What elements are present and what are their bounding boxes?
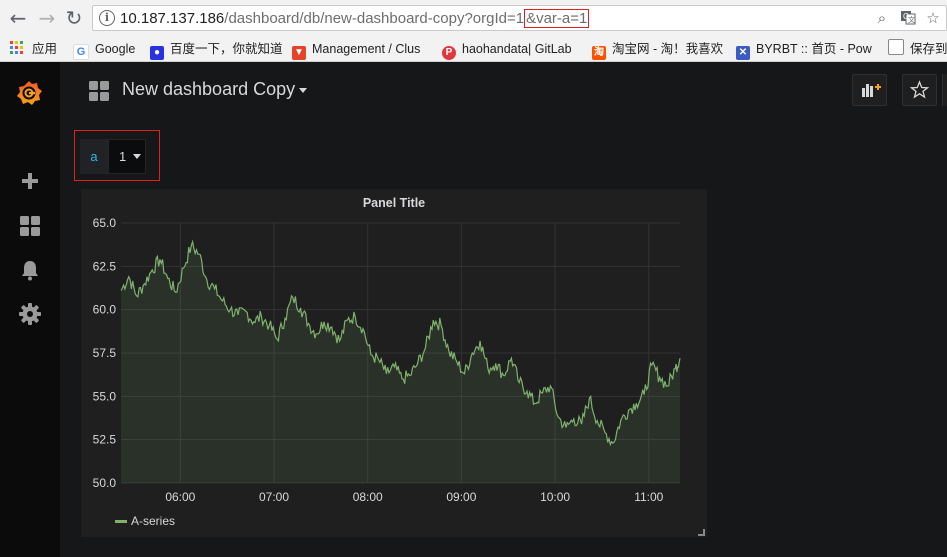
browser-toolbar: ← → ↻ i 10.187.137.186/dashboard/db/new-… [0,0,947,38]
add-panel-button[interactable] [852,74,887,106]
address-bar[interactable]: i 10.187.137.186/dashboard/db/new-dashbo… [92,5,947,31]
plus-icon[interactable] [18,169,42,193]
y-tick-label: 50.0 [93,476,117,490]
bookmark-label: 保存到 [910,42,947,56]
forward-arrow-icon[interactable]: → [35,6,59,30]
reload-icon[interactable]: ↻ [62,6,86,30]
dashboards-grid-icon[interactable] [18,214,42,238]
bookmark-google[interactable]: G Google [73,37,135,61]
page-icon [888,39,904,55]
bookmark-label: 淘宝网 - 淘！我喜欢 [612,42,724,56]
bookmark-taobao[interactable]: 淘淘宝网 - 淘！我喜欢 [592,37,723,61]
bookmark-label: 百度一下，你就知道 [170,42,283,56]
bookmark-baidu[interactable]: ● 百度一下，你就知道 [150,37,283,61]
star-button[interactable] [902,74,937,106]
bookmark-management[interactable]: ▼ Management / Clus [292,37,420,61]
star-icon [909,80,930,99]
x-tick-label: 10:00 [540,490,570,504]
apps-grid-icon [10,39,24,63]
dashboard-title[interactable]: New dashboard Copy [122,79,295,100]
legend-series-label[interactable]: A-series [131,514,175,528]
bookmark-label: 应用 [32,42,58,56]
variable-label: a [80,139,108,174]
chevron-down-icon[interactable] [299,88,307,93]
translate-icon[interactable]: G文 [899,9,917,27]
legend-swatch [115,520,127,523]
url-path: /dashboard/db/new-dashboard-copy?orgId=1 [224,10,525,27]
toolbar-button-edge[interactable] [942,74,947,106]
bookmarks-bar: 应用 G Google ● 百度一下，你就知道 ▼ Management / Clus… [0,37,947,62]
bookmark-label: Google [95,42,136,56]
y-tick-label: 55.0 [93,389,117,403]
sidebar [0,62,60,557]
back-arrow-icon[interactable]: ← [6,6,30,30]
zoom-icon[interactable]: ⌕ [873,9,891,27]
x-tick-label: 06:00 [165,490,195,504]
x-tick-label: 11:00 [634,490,663,504]
google-icon: G [73,44,89,60]
baidu-paw-icon: ● [150,46,164,60]
x-tick-label: 07:00 [259,490,289,504]
byr-butterfly-icon: ✕ [736,46,750,60]
gear-icon[interactable] [18,302,42,326]
bookmark-label: Management / Clus [312,42,421,56]
svg-text:文: 文 [908,15,915,24]
bookmark-label: BYRBT :: 首页 - Pow [756,42,872,56]
bell-icon[interactable] [18,258,42,282]
bookmark-label: haohandata| GitLab [462,42,572,56]
url-host: 10.187.137.186 [120,10,225,27]
url-highlighted-param: &var-a=1 [524,9,590,28]
bookmark-star-icon[interactable]: ☆ [924,9,942,27]
gitlab-fox-icon: ▼ [292,46,306,60]
variable-value-dropdown[interactable]: 1 [108,139,146,174]
dashboard-grid-icon[interactable] [88,80,110,102]
bookmark-byrbt[interactable]: ✕ BYRBT :: 首页 - Pow [736,37,872,61]
y-tick-label: 52.5 [93,433,117,447]
bookmark-apps[interactable]: 应用 [10,37,57,61]
p-badge-icon: P [442,46,456,60]
y-tick-label: 65.0 [93,216,117,230]
x-tick-label: 09:00 [446,490,476,504]
add-panel-icon [862,84,881,97]
bookmark-gitlab[interactable]: Phaohandata| GitLab [442,37,572,61]
url-text[interactable]: 10.187.137.186/dashboard/db/new-dashboar… [120,9,590,28]
y-tick-label: 60.0 [93,303,117,317]
series-area-fill [121,241,680,483]
bookmark-save[interactable]: 保存到 [888,37,947,61]
taobao-icon: 淘 [592,46,606,60]
info-icon[interactable]: i [99,10,115,26]
panel-title[interactable]: Panel Title [81,196,707,210]
resize-handle-icon[interactable] [698,529,705,536]
x-tick-label: 08:00 [353,490,383,504]
variable-value: 1 [119,149,127,164]
y-tick-label: 57.5 [93,346,117,360]
y-tick-label: 62.5 [93,259,117,273]
caret-down-icon [132,154,141,159]
graph-chart[interactable]: 65.0 62.5 60.0 57.5 55.0 52.5 50.0 06:00 07:00 08… [81,210,707,505]
grafana-logo-icon[interactable] [14,78,44,108]
